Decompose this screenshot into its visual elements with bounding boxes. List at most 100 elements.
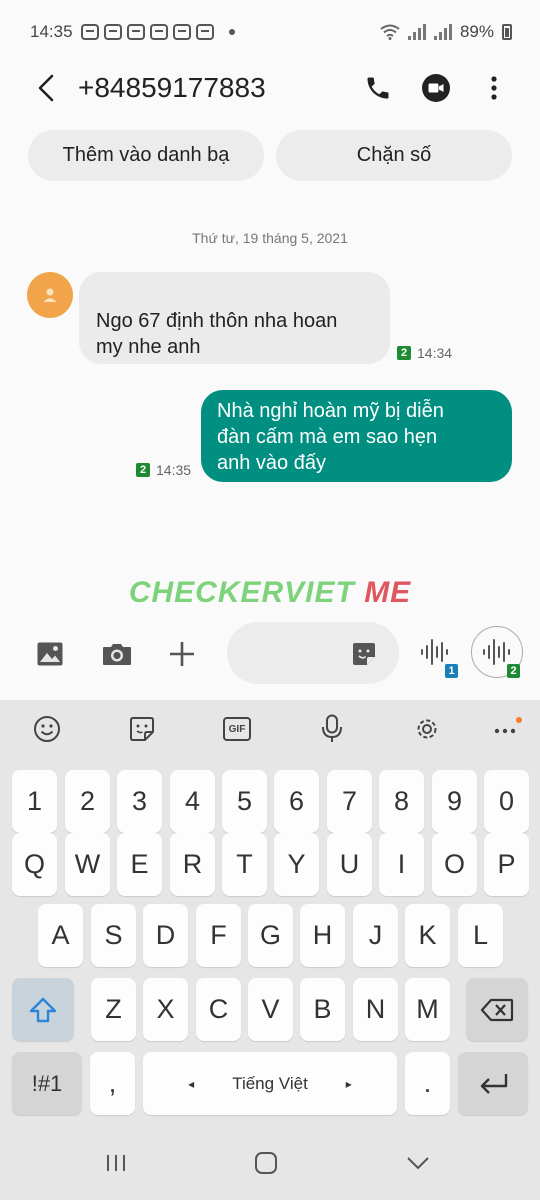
sticker-tool-button[interactable] [123,710,161,748]
emoji-button[interactable] [28,710,66,748]
key-d[interactable]: D [143,904,188,967]
key-i[interactable]: I [379,833,424,896]
key-m[interactable]: M [405,978,450,1041]
block-number-button[interactable]: Chặn số [276,130,512,181]
compose-bar: 1 2 [0,622,540,686]
video-icon [422,74,450,102]
key-c[interactable]: C [196,978,241,1041]
key-l[interactable]: L [458,904,503,967]
key-3[interactable]: 3 [117,770,162,833]
video-call-button[interactable] [418,70,454,106]
call-button[interactable] [360,70,396,106]
key-u[interactable]: U [327,833,372,896]
enter-icon [480,1073,508,1094]
key-1[interactable]: 1 [12,770,57,833]
home-button[interactable] [246,1143,286,1183]
watermark: CHECKERVIET ME [0,576,540,610]
notification-icons [80,24,235,40]
camera-button[interactable] [99,636,135,672]
key-t[interactable]: T [222,833,267,896]
comma-key[interactable]: , [90,1052,135,1115]
battery-icon [502,24,512,40]
key-h[interactable]: H [300,904,345,967]
sim2-badge: 2 [507,664,520,678]
watermark-part: CHECKERVIET [128,576,355,609]
period-key[interactable]: . [405,1052,450,1115]
add-to-contacts-button[interactable]: Thêm vào danh bạ [28,130,264,181]
backspace-key[interactable] [466,978,528,1041]
key-f[interactable]: F [196,904,241,967]
key-x[interactable]: X [143,978,188,1041]
more-options-button[interactable] [476,70,512,106]
keyboard-settings-button[interactable] [408,710,446,748]
key-w[interactable]: W [65,833,110,896]
key-5[interactable]: 5 [222,770,267,833]
key-v[interactable]: V [248,978,293,1041]
key-e[interactable]: E [117,833,162,896]
navigation-bar [0,1125,540,1200]
message-line: Ngo 67 định thôn nha hoan [96,310,338,332]
back-button[interactable] [26,68,66,108]
message-line: my nhe anh [96,336,201,358]
battery-level: 89% [459,22,494,41]
attach-button[interactable] [164,636,200,672]
key-9[interactable]: 9 [432,770,477,833]
phone-icon [367,77,389,99]
app-notification-icon [103,24,122,40]
more-vertical-icon [491,76,497,100]
enter-key[interactable] [458,1052,528,1115]
key-8[interactable]: 8 [379,770,424,833]
key-p[interactable]: P [484,833,529,896]
key-g[interactable]: G [248,904,293,967]
more-icon [494,717,522,734]
waveform-icon [483,639,510,665]
key-0[interactable]: 0 [484,770,529,833]
emoji-icon [34,716,60,742]
sticker-button[interactable] [349,639,379,669]
app-notification-icon [126,24,145,40]
signal-icon [407,24,426,40]
incoming-message[interactable]: Ngo 67 định thôn nha hoan my nhe anh [79,272,390,364]
recents-icon [107,1155,125,1171]
message-time: 14:34 [417,345,453,361]
key-q[interactable]: Q [12,833,57,896]
key-4[interactable]: 4 [170,770,215,833]
key-z[interactable]: Z [91,978,136,1041]
voice-record-sim2-button[interactable]: 2 [471,626,523,678]
key-6[interactable]: 6 [274,770,319,833]
sim-badge: 2 [136,463,150,477]
recents-button[interactable] [96,1143,136,1183]
key-b[interactable]: B [300,978,345,1041]
voice-record-sim1-button[interactable]: 1 [417,636,461,680]
key-a[interactable]: A [38,904,83,967]
mic-icon [322,714,342,742]
space-key[interactable]: ◂ Tiếng Việt ▸ [143,1052,397,1115]
key-n[interactable]: N [353,978,398,1041]
back-nav-button[interactable] [398,1143,438,1183]
key-s[interactable]: S [91,904,136,967]
sticker-icon [130,717,154,741]
voice-input-button[interactable] [313,710,351,748]
gif-label: GIF [228,723,246,735]
more-tools-button[interactable] [488,710,526,748]
cursor-left-icon: ◂ [188,1076,195,1091]
gallery-button[interactable] [32,636,68,672]
contact-avatar[interactable] [27,272,73,318]
shift-key[interactable] [12,978,74,1041]
gif-button[interactable]: GIF [218,710,256,748]
key-j[interactable]: J [353,904,398,967]
conversation-header: +84859177883 [0,64,540,112]
key-r[interactable]: R [170,833,215,896]
key-o[interactable]: O [432,833,477,896]
symbols-key[interactable]: !#1 [12,1052,82,1115]
key-7[interactable]: 7 [327,770,372,833]
status-bar: 14:35 89% [0,0,540,64]
message-line: Nhà nghỉ hoàn mỹ bị diễn [217,400,444,422]
date-separator: Thứ tư, 19 tháng 5, 2021 [192,230,348,246]
shift-icon [29,997,57,1022]
message-input[interactable] [227,622,399,684]
key-k[interactable]: K [405,904,450,967]
key-y[interactable]: Y [274,833,319,896]
key-2[interactable]: 2 [65,770,110,833]
outgoing-message[interactable]: Nhà nghỉ hoàn mỹ bị diễn đàn cấm mà em s… [201,390,512,482]
